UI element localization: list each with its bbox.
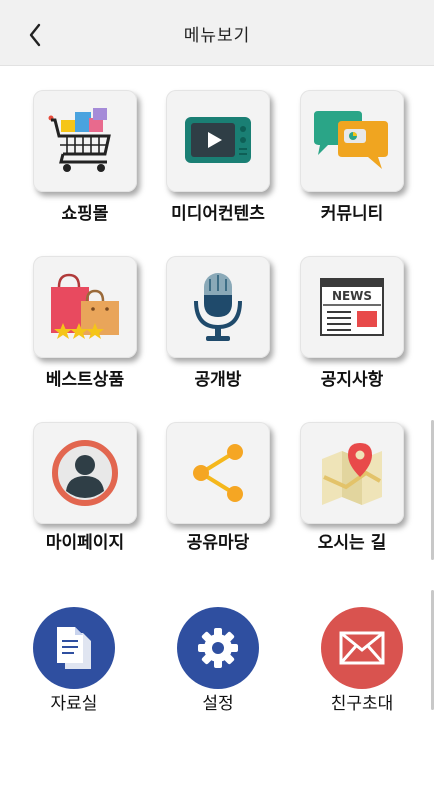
share-label: 공유마당 (186, 533, 250, 553)
shopping-label: 쇼핑몰 (61, 204, 109, 224)
mypage-tile[interactable] (33, 422, 137, 524)
page-title: 메뉴보기 (183, 26, 251, 46)
share-tile[interactable] (166, 422, 270, 524)
shopping-tile[interactable] (33, 90, 137, 192)
invite-button[interactable] (321, 607, 403, 689)
community-label: 커뮤니티 (320, 204, 384, 224)
microphone-icon (194, 273, 242, 341)
community-tile[interactable] (300, 90, 404, 192)
directions-tile[interactable] (300, 422, 404, 524)
envelope-icon (339, 631, 385, 665)
header-bar: 메뉴보기 (0, 0, 434, 66)
newspaper-icon: NEWS (320, 278, 384, 336)
map-pin-icon (322, 443, 382, 505)
archive-label: 자료실 (50, 694, 98, 714)
user-profile-icon (52, 440, 118, 506)
share-icon (193, 444, 243, 502)
news-text: NEWS (332, 289, 372, 303)
notice-tile[interactable]: NEWS (300, 256, 404, 358)
invite-label: 친구초대 (330, 694, 394, 714)
shopping-bags-stars-icon (51, 273, 119, 339)
directions-label: 오시는 길 (317, 533, 387, 553)
best-tile[interactable] (33, 256, 137, 358)
settings-label: 설정 (202, 694, 234, 714)
shopping-cart-icon (48, 108, 111, 172)
open-room-tile[interactable] (166, 256, 270, 358)
best-label: 베스트상품 (45, 370, 125, 390)
open-room-label: 공개방 (194, 370, 242, 390)
tv-play-icon (185, 117, 251, 163)
chat-bubbles-icon (314, 111, 388, 169)
media-tile[interactable] (166, 90, 270, 192)
mypage-label: 마이페이지 (45, 533, 125, 553)
media-label: 미디어컨텐츠 (171, 204, 265, 224)
archive-button[interactable] (33, 607, 115, 689)
gear-icon (198, 628, 238, 668)
documents-icon (57, 627, 91, 669)
notice-label: 공지사항 (320, 370, 384, 390)
settings-button[interactable] (177, 607, 259, 689)
